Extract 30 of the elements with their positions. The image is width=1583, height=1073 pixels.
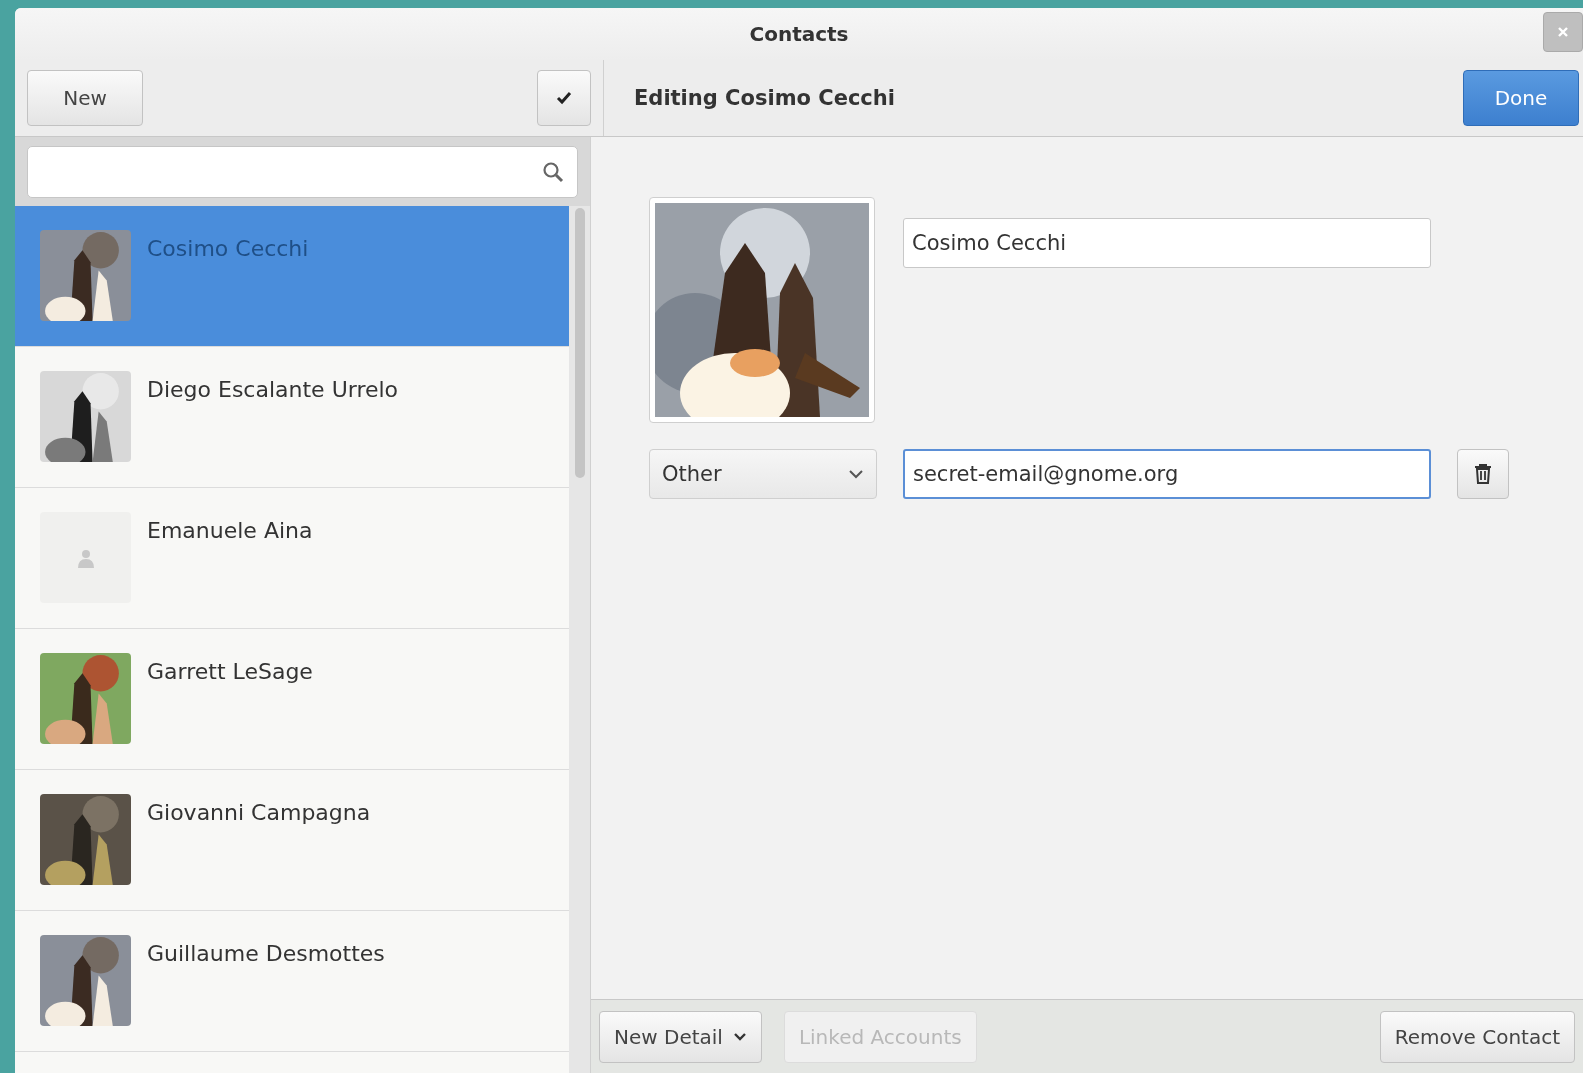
chevron-down-icon — [848, 469, 864, 479]
footer-button[interactable]: New Detail — [599, 1010, 762, 1063]
new-button[interactable]: New — [27, 70, 143, 126]
trash-icon — [1473, 463, 1493, 485]
delete-button[interactable] — [1457, 449, 1509, 499]
contact-name: Garrett LeSage — [147, 659, 313, 684]
contact-item[interactable]: Diego Escalante Urrelo — [15, 347, 569, 488]
contact-item[interactable]: Guillaume Desmottes — [15, 911, 569, 1052]
search-icon — [541, 159, 565, 184]
email-field[interactable]: secret-email@gnome.org — [903, 449, 1431, 499]
contact-name: Guillaume Desmottes — [147, 941, 385, 966]
search-field[interactable] — [27, 145, 578, 198]
contact-name: Giovanni Campagna — [147, 800, 371, 825]
window-title: Contacts — [749, 22, 849, 46]
person-icon — [76, 547, 95, 568]
checkmark-icon — [556, 91, 572, 105]
name-field[interactable]: Cosimo Cecchi — [903, 218, 1431, 268]
contact-item[interactable]: Garrett LeSage — [15, 629, 569, 770]
select-button[interactable] — [537, 70, 591, 126]
contact-name: Emanuele Aina — [147, 518, 313, 543]
scrollbar-thumb[interactable] — [574, 208, 585, 478]
contact-item[interactable]: Emanuele Aina — [15, 488, 569, 629]
contact-item[interactable]: Giovanni Campagna — [15, 770, 569, 911]
contact-name: Diego Escalante Urrelo — [147, 377, 399, 402]
footer-button[interactable]: Remove Contact — [1379, 1010, 1575, 1063]
close-icon — [1556, 25, 1570, 39]
detail-type-dropdown[interactable]: Other — [649, 449, 877, 499]
contact-name: Cosimo Cecchi — [147, 236, 309, 261]
editing-title: Editing Cosimo Cecchi — [634, 86, 895, 110]
close-button[interactable] — [1543, 12, 1583, 52]
